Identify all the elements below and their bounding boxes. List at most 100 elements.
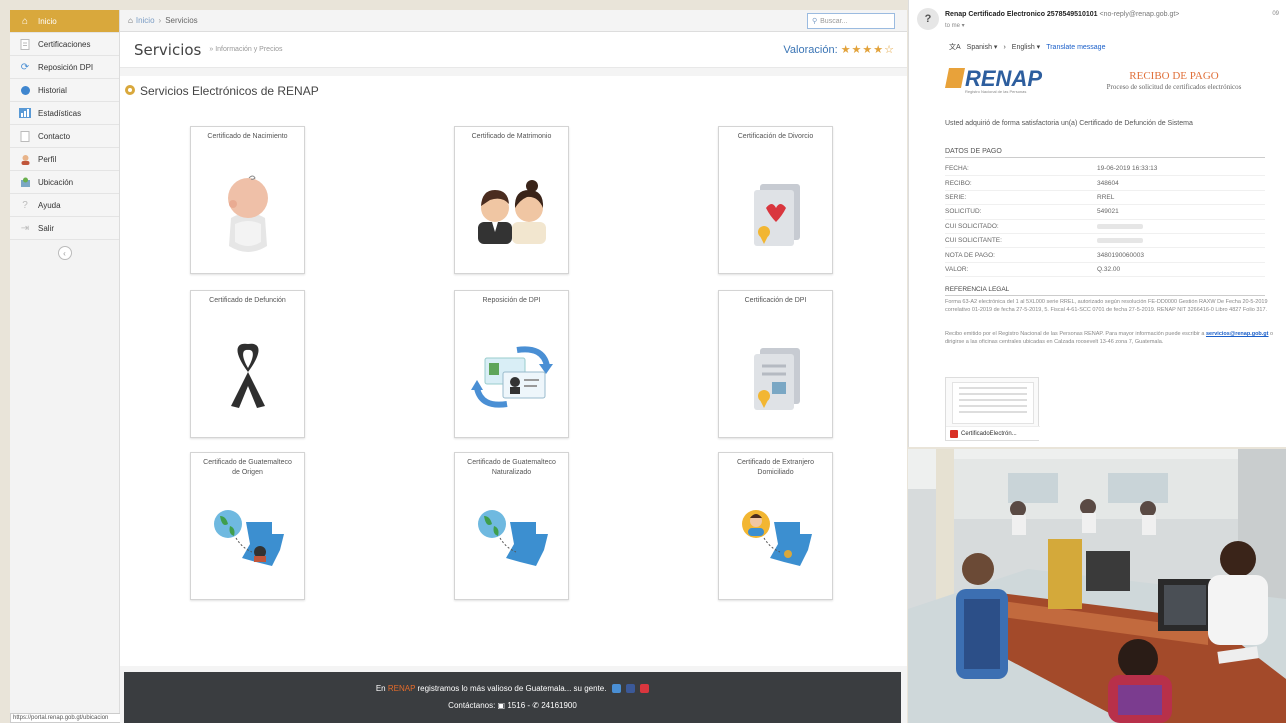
page-header: Servicios » Información y Precios Valora…: [120, 32, 907, 68]
sidebar-item-historial[interactable]: Historial: [10, 79, 119, 102]
row-key: VALOR:: [945, 265, 969, 273]
sender-avatar: ?: [917, 8, 939, 30]
email-time: 09: [1272, 11, 1279, 17]
logout-icon: ⇥: [20, 222, 30, 234]
sidebar-item-reposicion-dpi[interactable]: ⟳ Reposición DPI: [10, 56, 119, 79]
email-recipient[interactable]: to me ▾: [945, 22, 965, 29]
couple-icon: [455, 160, 568, 265]
sidebar-item-salir[interactable]: ⇥ Salir: [10, 217, 119, 240]
services-email-link[interactable]: servicios@renap.gob.gt: [1206, 331, 1269, 337]
separator: -: [527, 701, 531, 711]
service-card-guatemalteco-origen[interactable]: Certificado de Guatemalteco de Origen: [190, 452, 305, 600]
translate-message-link[interactable]: Translate message: [1046, 44, 1105, 51]
card-title: Certificación de DPI: [744, 297, 807, 304]
row-key: CUI SOLICITANTE:: [945, 237, 1002, 245]
service-card-guatemalteco-naturalizado[interactable]: Certificado de Guatemalteco Naturalizado: [454, 452, 569, 600]
page-title: Servicios: [134, 40, 202, 59]
mourning-ribbon-icon: [191, 324, 304, 429]
translate-arrow: ›: [1003, 43, 1006, 51]
baby-icon: [191, 160, 304, 265]
row-value: 348604: [1097, 179, 1119, 187]
payment-data-heading: DATOS DE PAGO: [945, 148, 1265, 158]
youtube-icon[interactable]: [640, 684, 650, 694]
legal-reference-heading: REFERENCIA LEGAL: [945, 286, 1265, 296]
search-input[interactable]: ⚲ Buscar...: [807, 13, 895, 29]
main-content: Servicios » Información y Precios Valora…: [120, 32, 907, 723]
row-value: 19-06-2019 16:33:13: [1097, 165, 1158, 173]
row-key: NOTA DE PAGO:: [945, 251, 995, 259]
browser-status-url: https://portal.renap.gob.gt/ubicacion: [10, 713, 128, 723]
contact-text-a: Recibo emitido por el Registro Nacional …: [945, 331, 1205, 337]
sidebar-item-label: Ubicación: [38, 177, 74, 187]
rating-widget[interactable]: Valoración: ★★★★☆: [783, 43, 895, 56]
row-key: SERIE:: [945, 193, 967, 201]
row-key: CUI SOLICITADO:: [945, 222, 999, 230]
service-card-extranjero-domiciliado[interactable]: Certificado de Extranjero Domiciliado: [718, 452, 833, 600]
sidebar: ⌂ Inicio Certificaciones ⟳ Reposición DP…: [10, 10, 120, 723]
breadcrumb-separator: ›: [158, 16, 162, 25]
sidebar-item-certificaciones[interactable]: Certificaciones: [10, 33, 119, 56]
email-header: ? Renap Certificado Electronico 25785495…: [917, 8, 1279, 32]
panel-title: Servicios Electrónicos de RENAP: [124, 84, 319, 98]
translate-from-lang[interactable]: Spanish ▾: [967, 43, 998, 51]
sidebar-item-label: Historial: [38, 85, 67, 95]
redacted-value: [1097, 223, 1143, 229]
footer-phone-short: 1516: [507, 701, 526, 711]
row-value: 549021: [1097, 208, 1119, 216]
translate-to-lang[interactable]: English ▾: [1012, 43, 1040, 51]
facebook-icon[interactable]: [625, 684, 635, 694]
sidebar-item-label: Certificaciones: [38, 39, 91, 49]
services-icon: [124, 84, 136, 98]
breadcrumb: ⌂ Inicio › Servicios ⚲ Buscar...: [120, 10, 907, 32]
card-title: Reposición de DPI: [482, 297, 541, 304]
location-icon: [18, 176, 32, 188]
pdf-icon: [950, 429, 958, 438]
home-icon: ⌂: [21, 15, 29, 27]
sidebar-item-perfil[interactable]: Perfil: [10, 148, 119, 171]
service-card-matrimonio[interactable]: Certificado de Matrimonio: [454, 126, 569, 274]
service-card-defuncion[interactable]: Certificado de Defunción: [190, 290, 305, 438]
card-title: Certificación de Divorcio: [737, 133, 814, 140]
email-receipt: ? Renap Certificado Electronico 25785495…: [908, 0, 1286, 447]
footer-prefix: En: [375, 684, 388, 693]
rating-label: Valoración:: [783, 44, 838, 56]
user-icon: [18, 153, 32, 165]
document-icon: [18, 38, 32, 50]
redacted-value: [1097, 238, 1143, 244]
rating-stars: ★★★★☆: [840, 44, 895, 56]
sidebar-item-inicio[interactable]: ⌂ Inicio: [10, 10, 119, 33]
table-row: RECIBO: 348604: [945, 176, 1265, 191]
globe-guatemala-map-icon: [191, 486, 304, 591]
service-card-reposicion-dpi[interactable]: Reposición de DPI: [454, 290, 569, 438]
sidebar-item-estadisticas[interactable]: Estadísticas: [10, 102, 119, 125]
contact-icon: [18, 130, 32, 142]
breadcrumb-home-link[interactable]: Inicio: [136, 16, 155, 25]
service-card-divorcio[interactable]: Certificación de Divorcio: [718, 126, 833, 274]
table-row: CUI SOLICITANTE:: [945, 234, 1265, 249]
sidebar-item-label: Estadísticas: [38, 108, 82, 118]
search-placeholder: Buscar...: [820, 17, 848, 25]
pdf-attachment[interactable]: CertificadoElectrón...: [945, 377, 1040, 441]
service-card-nacimiento[interactable]: Certificado de Nacimiento: [190, 126, 305, 274]
globe-guatemala-map-icon: [455, 486, 568, 591]
twitter-icon[interactable]: [611, 684, 621, 694]
row-key: RECIBO:: [945, 179, 972, 187]
attachment-name-bar: CertificadoElectrón...: [946, 426, 1040, 440]
card-title: Certificado de Guatemalteco Naturalizado: [467, 459, 556, 476]
sidebar-item-label: Perfil: [38, 154, 57, 164]
attachment-preview: [952, 382, 1034, 424]
receipt-title: RECIBO DE PAGO: [1129, 70, 1219, 82]
breadcrumb-current: Servicios: [165, 16, 198, 25]
table-row: VALOR: Q.32.00: [945, 263, 1265, 278]
id-card-exchange-icon: [455, 324, 568, 429]
table-row: SOLICITUD: 549021: [945, 205, 1265, 220]
row-value: RREL: [1097, 193, 1115, 201]
sidebar-item-ayuda[interactable]: ? Ayuda: [10, 194, 119, 217]
sidebar-item-contacto[interactable]: Contacto: [10, 125, 119, 148]
footer-slogan: En RENAP registramos lo más valioso de G…: [124, 672, 901, 694]
sidebar-collapse-button[interactable]: ‹: [57, 246, 72, 260]
service-card-dpi[interactable]: Certificación de DPI: [718, 290, 833, 438]
card-title: Certificado de Extranjero Domiciliado: [736, 459, 815, 476]
email-sender: <no-reply@renap.gob.gt>: [1099, 11, 1180, 18]
sidebar-item-ubicacion[interactable]: Ubicación: [10, 171, 119, 194]
